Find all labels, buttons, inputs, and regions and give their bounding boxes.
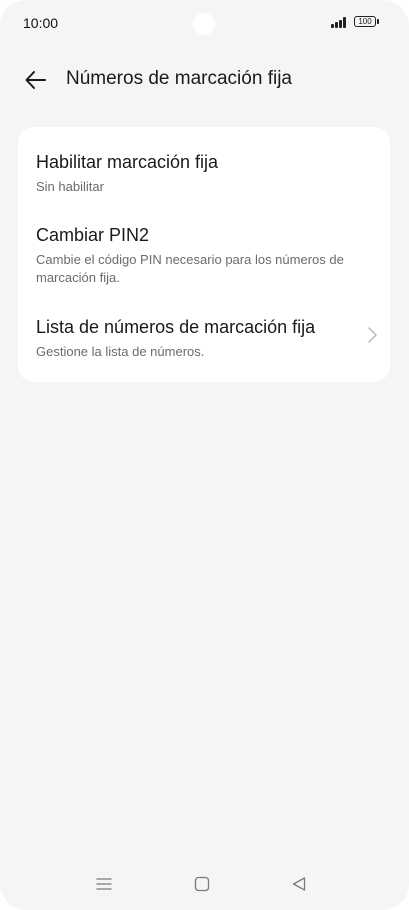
front-camera (193, 13, 215, 35)
item-title: Cambiar PIN2 (36, 225, 150, 245)
back-triangle-icon[interactable] (291, 876, 307, 892)
chevron-right-icon (368, 327, 377, 343)
enable-fixed-dialing-item[interactable]: Habilitar marcación fija Sin habilitar (36, 151, 372, 196)
settings-card: Habilitar marcación fija Sin habilitar C… (18, 127, 390, 382)
status-time: 10:00 (23, 15, 59, 31)
battery-icon: 100 (354, 16, 376, 27)
menu-icon[interactable] (96, 876, 112, 892)
fixed-dialing-list-item[interactable]: Lista de números de marcación fija Gesti… (36, 316, 377, 361)
change-pin2-item[interactable]: Cambiar PIN2 Cambie el código PIN necesa… (36, 224, 372, 287)
battery-tip (377, 19, 379, 24)
item-title: Lista de números de marcación fija (36, 317, 316, 337)
phone-screen: 10:00 100 Números de marcación fija Habi… (0, 0, 409, 910)
item-subtitle: Sin habilitar (36, 179, 104, 194)
arrow-left-icon (25, 71, 46, 89)
item-subtitle: Cambie el código PIN necesario para los … (36, 252, 344, 285)
item-subtitle: Gestione la lista de números. (36, 344, 205, 359)
page-title: Números de marcación fija (66, 68, 292, 89)
status-bar: 10:00 100 (0, 0, 409, 48)
item-title: Habilitar marcación fija (36, 152, 219, 172)
back-button[interactable] (20, 66, 52, 94)
home-icon[interactable] (194, 876, 210, 892)
signal-icon (331, 17, 348, 28)
